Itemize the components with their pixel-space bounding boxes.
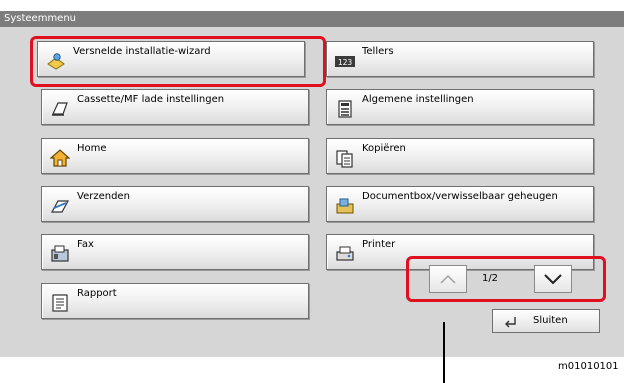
copy-icon — [336, 150, 353, 168]
printer-icon — [336, 246, 354, 261]
common-settings-button[interactable]: Algemene instellingen — [326, 89, 594, 125]
return-arrow-icon — [505, 317, 516, 328]
counter-123-icon: 123 — [335, 56, 355, 67]
figure-code: m01010101 — [558, 361, 619, 372]
svg-text:123: 123 — [338, 58, 353, 67]
copy-label: Kopiëren — [362, 143, 406, 154]
home-icon — [50, 149, 70, 167]
document-box-label: Documentbox/verwisselbaar geheugen — [362, 191, 558, 202]
wizard-highlight-frame — [30, 36, 326, 87]
page-indicator: 1/2 — [481, 273, 499, 284]
document-box-button[interactable]: Documentbox/verwisselbaar geheugen — [326, 186, 594, 222]
window-title: Systeemmenu — [0, 11, 624, 27]
page-up-button[interactable] — [429, 265, 467, 293]
chevron-down-icon — [544, 274, 562, 285]
counters-label: Tellers — [362, 46, 394, 57]
document-box-icon — [336, 198, 354, 214]
report-label: Rapport — [77, 288, 117, 299]
cassette-mp-tray-settings-button[interactable]: Cassette/MF lade instellingen — [41, 89, 309, 125]
settings-document-icon — [338, 100, 352, 118]
send-icon — [50, 200, 70, 213]
callout-leader-line — [443, 322, 445, 383]
page-down-button[interactable] — [534, 265, 572, 293]
home-button[interactable]: Home — [41, 138, 309, 174]
common-settings-label: Algemene instellingen — [362, 94, 474, 105]
close-button[interactable]: Sluiten — [492, 309, 600, 333]
report-button[interactable]: Rapport — [41, 283, 309, 319]
paper-tray-icon — [52, 102, 68, 116]
close-label: Sluiten — [533, 315, 568, 326]
report-icon — [52, 294, 68, 312]
send-label: Verzenden — [77, 191, 130, 202]
fax-icon — [51, 245, 69, 262]
chevron-up-icon — [440, 274, 456, 284]
cassette-mp-tray-settings-label: Cassette/MF lade instellingen — [77, 94, 225, 105]
counters-button[interactable]: 123 Tellers — [326, 41, 594, 77]
home-label: Home — [77, 143, 107, 154]
fax-label: Fax — [77, 239, 94, 250]
send-button[interactable]: Verzenden — [41, 186, 309, 222]
fax-button[interactable]: Fax — [41, 234, 309, 270]
printer-label: Printer — [362, 239, 396, 250]
copy-button[interactable]: Kopiëren — [326, 138, 594, 174]
